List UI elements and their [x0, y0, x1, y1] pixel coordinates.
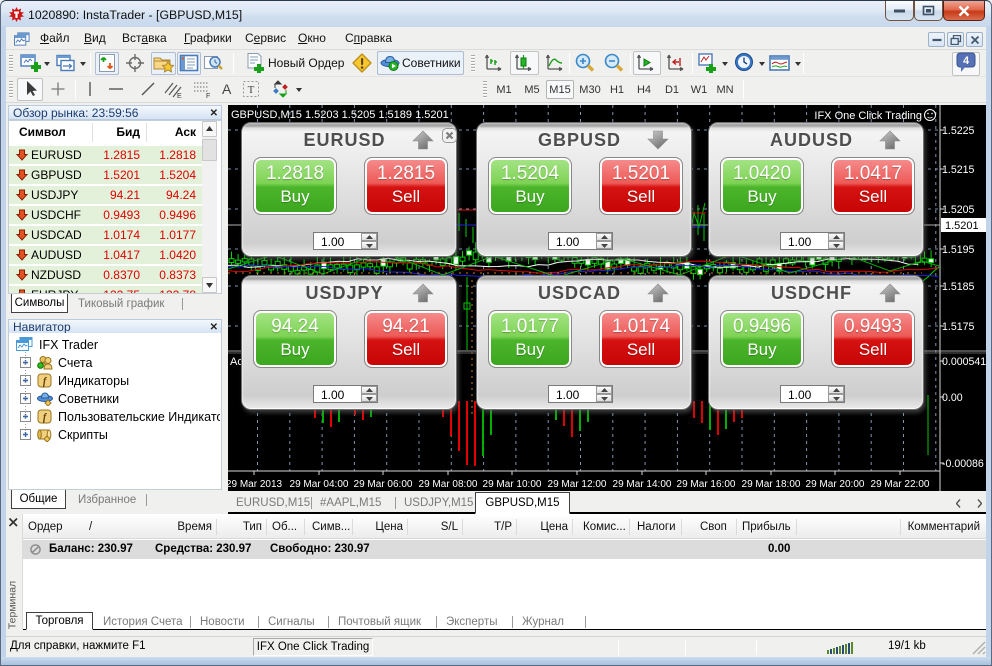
svg-text:29 Mar 08:00: 29 Mar 08:00 [419, 479, 478, 490]
svg-text:0.00: 0.00 [942, 392, 963, 404]
svg-text:29 Mar 22:00: 29 Mar 22:00 [871, 479, 930, 490]
svg-text:29 Mar 04:00: 29 Mar 04:00 [290, 479, 349, 490]
svg-text:-0.00086: -0.00086 [942, 458, 984, 470]
svg-text:1.5195: 1.5195 [942, 244, 975, 256]
svg-text:4: 4 [963, 55, 970, 67]
svg-text:1.5225: 1.5225 [942, 125, 975, 137]
svg-text:1.5215: 1.5215 [942, 164, 975, 176]
svg-text:T: T [248, 84, 255, 96]
svg-text:29 Mar 2013: 29 Mar 2013 [228, 479, 283, 490]
svg-text:1.5185: 1.5185 [942, 281, 975, 293]
svg-text:29 Mar 14:00: 29 Mar 14:00 [613, 479, 672, 490]
svg-text:1.5175: 1.5175 [942, 321, 975, 333]
svg-text:29 Mar 10:00: 29 Mar 10:00 [483, 479, 542, 490]
svg-text:0.000541: 0.000541 [942, 356, 986, 368]
svg-text:29 Mar 16:00: 29 Mar 16:00 [677, 479, 736, 490]
svg-text:29 Mar 06:00: 29 Mar 06:00 [354, 479, 413, 490]
svg-text:1.5201: 1.5201 [945, 220, 979, 232]
svg-text:29 Mar 18:00: 29 Mar 18:00 [742, 479, 801, 490]
svg-text:F: F [206, 93, 210, 99]
svg-text:29 Mar 12:00: 29 Mar 12:00 [548, 479, 607, 490]
svg-text:29 Mar 20:00: 29 Mar 20:00 [806, 479, 865, 490]
svg-text:1.5205: 1.5205 [942, 204, 975, 216]
svg-text:E: E [177, 93, 182, 99]
svg-text:GBPUSD,M15 1.5203 1.5205 1.51: GBPUSD,M15 1.5203 1.5205 1.5189 1.5201 [231, 109, 449, 121]
svg-text:IFX One Click Trading: IFX One Click Trading [814, 110, 922, 122]
